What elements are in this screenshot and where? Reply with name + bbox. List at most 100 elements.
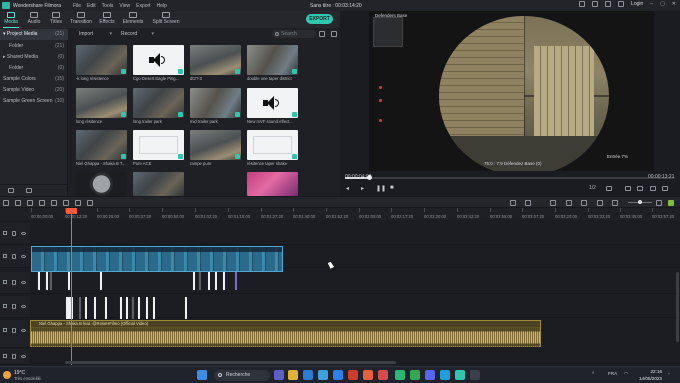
chevron-up-icon[interactable]: ^ xyxy=(592,371,594,376)
short-clip[interactable] xyxy=(78,297,81,319)
speed-icon[interactable] xyxy=(63,200,69,206)
short-clip[interactable] xyxy=(152,297,155,319)
lock-icon[interactable] xyxy=(12,304,16,309)
tab-split-screen[interactable]: Split Screen xyxy=(152,11,180,28)
video-clip-strip[interactable] xyxy=(31,246,283,272)
notification-icon[interactable]: ▫ xyxy=(668,371,670,376)
chevron-icon[interactable] xyxy=(606,186,612,191)
short-clip[interactable] xyxy=(37,272,40,290)
redo-icon[interactable] xyxy=(15,200,21,206)
track-lane[interactable] xyxy=(30,272,680,294)
lightbulb-icon[interactable] xyxy=(579,1,586,7)
short-clip[interactable] xyxy=(104,297,107,319)
eye-icon[interactable] xyxy=(21,232,26,235)
short-clip[interactable] xyxy=(214,272,217,290)
fullscreen-icon[interactable] xyxy=(662,186,668,191)
media-thumbnail[interactable] xyxy=(247,88,298,118)
media-thumbnail[interactable] xyxy=(133,130,184,160)
play-icon[interactable]: ▸ xyxy=(361,185,364,192)
short-clip[interactable] xyxy=(99,272,102,290)
short-clip[interactable] xyxy=(125,297,128,319)
volume-icon[interactable] xyxy=(650,186,656,191)
app-icon[interactable] xyxy=(470,370,480,380)
short-clip[interactable] xyxy=(45,272,48,290)
folder-icon[interactable] xyxy=(26,188,32,193)
zoom-in-icon[interactable] xyxy=(656,200,662,206)
tab-media[interactable]: Media xyxy=(3,11,19,28)
preview-screen[interactable]: Defenders Base 75:0 : 7:9 Défendez Base … xyxy=(369,11,654,171)
speaker-icon[interactable] xyxy=(21,355,26,358)
folder-sample-video[interactable]: Sample Video (20) xyxy=(0,85,68,96)
zoom-slider[interactable] xyxy=(628,200,652,204)
folder-shared-media[interactable]: ▸ Shared Media (0) xyxy=(0,52,68,63)
language-indicator[interactable]: FRA xyxy=(608,371,617,376)
folder-project-media[interactable]: ▾ Project Media (21) xyxy=(0,29,68,40)
step-back-icon[interactable]: ◂ xyxy=(346,185,349,192)
tab-effects[interactable]: Effects xyxy=(98,11,116,28)
timeline-vertical-scrollbar[interactable] xyxy=(676,272,679,342)
download-icon[interactable] xyxy=(618,1,625,7)
app-icon[interactable] xyxy=(378,370,388,380)
save-icon[interactable] xyxy=(605,1,612,7)
stop-icon[interactable]: ■ xyxy=(390,185,394,191)
firefox-icon[interactable] xyxy=(363,370,373,380)
eye-icon[interactable] xyxy=(21,305,26,308)
short-clip[interactable] xyxy=(222,272,225,290)
undo-icon[interactable] xyxy=(3,200,9,206)
login-button[interactable]: Login xyxy=(631,1,643,7)
wifi-icon[interactable]: ◠ xyxy=(624,371,628,377)
audio-clip[interactable]: Niel Ghappa - Shaka B feat. @RoseHFilmo … xyxy=(30,320,541,347)
file-explorer-icon[interactable] xyxy=(288,370,298,380)
menu-export[interactable]: Export xyxy=(136,3,150,9)
media-thumbnail[interactable] xyxy=(247,45,298,75)
system-clock[interactable]: 22:16 14/05/2023 xyxy=(638,368,662,382)
spotify-icon[interactable] xyxy=(395,370,405,380)
task-view-icon[interactable] xyxy=(274,370,284,380)
short-clip[interactable] xyxy=(234,272,237,290)
lock-icon[interactable] xyxy=(12,354,16,359)
filmora-taskbar-icon[interactable] xyxy=(455,370,465,380)
media-thumbnail[interactable] xyxy=(76,130,127,160)
media-thumbnail[interactable] xyxy=(190,88,241,118)
weather-widget[interactable]: 19°C Très ensoleillé xyxy=(3,369,63,382)
short-clip[interactable] xyxy=(198,272,201,290)
tab-elements[interactable]: Elements xyxy=(122,11,144,28)
media-thumbnail[interactable] xyxy=(133,172,184,196)
eye-icon[interactable] xyxy=(21,281,26,284)
delete-icon[interactable] xyxy=(27,200,33,206)
short-clip[interactable] xyxy=(145,297,148,319)
tab-transition[interactable]: Transition xyxy=(70,11,92,28)
windows-start-icon[interactable] xyxy=(197,370,207,380)
short-clip[interactable] xyxy=(93,297,96,319)
minimize-icon[interactable]: – xyxy=(650,1,653,7)
close-icon[interactable]: ✕ xyxy=(672,1,676,7)
folder-item[interactable]: Folder (21) xyxy=(0,41,68,52)
store-icon[interactable] xyxy=(318,370,328,380)
mail-icon[interactable] xyxy=(333,370,343,380)
preview-ratio[interactable]: 1/2 xyxy=(589,185,596,191)
render-icon[interactable] xyxy=(510,200,516,206)
menu-help[interactable]: Help xyxy=(157,3,167,9)
short-clip[interactable] xyxy=(207,272,210,290)
preview-scrubber[interactable] xyxy=(345,175,675,180)
snapshot-icon[interactable] xyxy=(637,186,643,191)
menu-file[interactable]: File xyxy=(73,3,81,9)
short-clip[interactable] xyxy=(192,272,195,290)
cut-icon[interactable] xyxy=(39,200,45,206)
media-search-input[interactable]: Search xyxy=(272,30,316,38)
folder-sample-green-screen[interactable]: Sample Green Screen (10) xyxy=(0,96,68,107)
eye-icon[interactable] xyxy=(21,255,26,258)
crop-icon[interactable] xyxy=(51,200,57,206)
maximize-icon[interactable]: ▢ xyxy=(660,1,665,7)
short-clip[interactable] xyxy=(184,297,187,319)
menu-view[interactable]: View xyxy=(119,3,130,9)
level-icon[interactable] xyxy=(668,200,674,206)
taskbar-search[interactable]: Recherche xyxy=(214,370,270,381)
folder-sample-colors[interactable]: Sample Colors (15) xyxy=(0,74,68,85)
tab-titles[interactable]: Titles xyxy=(48,11,64,28)
timeline-playhead[interactable] xyxy=(66,208,77,365)
export-button[interactable]: EXPORT xyxy=(306,14,333,24)
zoom-handle[interactable] xyxy=(638,200,642,204)
voiceover-icon[interactable] xyxy=(566,200,572,206)
audio-adjust-icon[interactable] xyxy=(87,200,93,206)
